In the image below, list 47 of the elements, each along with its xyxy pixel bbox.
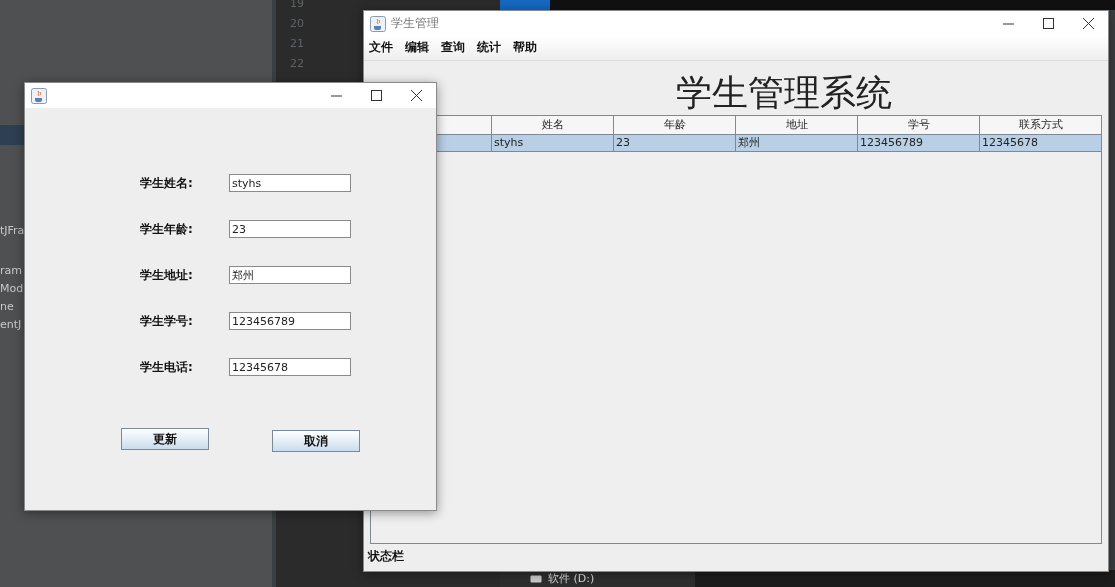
field-label: 学生学号: bbox=[140, 312, 194, 330]
line-number: 22 bbox=[290, 57, 304, 70]
maximize-icon bbox=[1042, 18, 1054, 29]
tree-item-text: tJFra bbox=[0, 224, 25, 237]
java-cup-icon bbox=[370, 15, 386, 32]
column-header[interactable]: 学号 bbox=[858, 116, 980, 135]
menu-item[interactable]: 文件 bbox=[369, 39, 393, 57]
drive-label: 软件 (D:) bbox=[548, 571, 595, 586]
tree-item-text: Mod bbox=[0, 282, 24, 295]
dialog-button[interactable]: 取消 bbox=[272, 430, 360, 452]
line-number: 21 bbox=[290, 37, 304, 50]
menu-item[interactable]: 查询 bbox=[441, 39, 465, 57]
tree-item-text: ne bbox=[0, 300, 14, 313]
table-cell[interactable]: 郑州 bbox=[736, 135, 858, 152]
line-number: 20 bbox=[290, 17, 304, 30]
field-label: 学生电话: bbox=[140, 358, 194, 376]
field-label: 学生年龄: bbox=[140, 220, 194, 238]
input-field[interactable]: 123456789 bbox=[229, 312, 351, 330]
menu-item[interactable]: 统计 bbox=[477, 39, 501, 57]
drive-icon bbox=[530, 574, 542, 583]
system-heading: 学生管理系统 bbox=[675, 72, 893, 115]
column-header[interactable]: 地址 bbox=[736, 116, 858, 135]
table-cell[interactable]: 23 bbox=[614, 135, 736, 152]
menu-item[interactable]: 编辑 bbox=[405, 39, 429, 57]
input-field[interactable]: 23 bbox=[229, 220, 351, 238]
column-header[interactable]: 年龄 bbox=[614, 116, 736, 135]
field-label: 学生地址: bbox=[140, 266, 194, 284]
input-field[interactable]: 12345678 bbox=[229, 358, 351, 376]
maximize-icon bbox=[370, 90, 382, 101]
dialog-button[interactable]: 更新 bbox=[121, 428, 209, 450]
tree-item-text: entJ bbox=[0, 318, 22, 331]
input-field[interactable]: styhs bbox=[229, 174, 351, 192]
input-field[interactable]: 郑州 bbox=[229, 266, 351, 284]
menu-item[interactable]: 帮助 bbox=[513, 39, 537, 57]
close-icon bbox=[1082, 18, 1094, 29]
column-header[interactable]: 姓名 bbox=[492, 116, 614, 135]
table-cell[interactable]: 123456789 bbox=[858, 135, 980, 152]
close-icon bbox=[410, 90, 422, 101]
table-cell[interactable]: 12345678 bbox=[980, 135, 1102, 152]
java-cup-icon bbox=[31, 87, 47, 104]
table-cell[interactable]: styhs bbox=[492, 135, 614, 152]
tree-item-text: ram bbox=[0, 264, 22, 277]
window-title: 学生管理 bbox=[391, 15, 440, 32]
status-text: 状态栏 bbox=[368, 549, 404, 563]
ribbon-tab-highlight bbox=[500, 0, 550, 10]
column-header[interactable]: 联系方式 bbox=[980, 116, 1102, 135]
field-label: 学生姓名: bbox=[140, 174, 194, 192]
